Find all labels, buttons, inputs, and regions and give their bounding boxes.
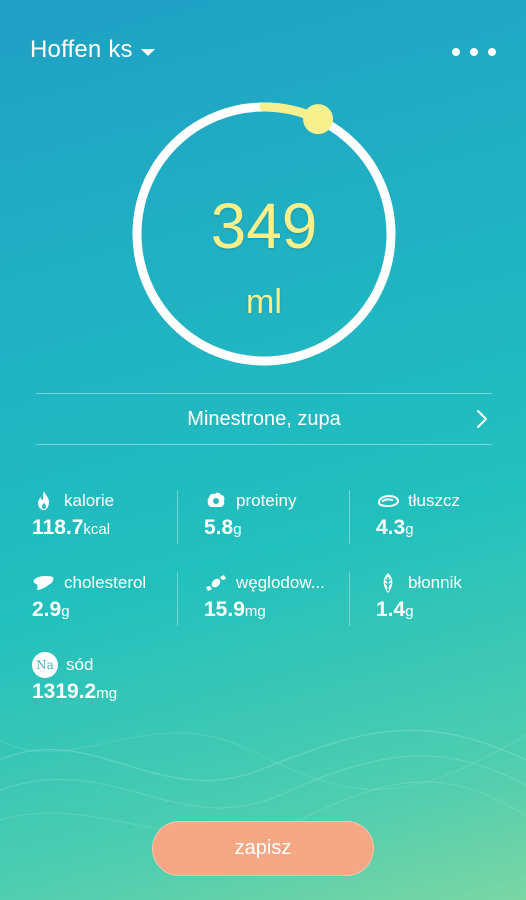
nutrient-unit: mg bbox=[96, 685, 118, 702]
nutrients-grid: kalorie 118.7kcal proteiny 5.8g tłuszcz … bbox=[32, 488, 502, 734]
nutrient-label: sód bbox=[66, 655, 94, 674]
nutrient-carbs: węglodow... 15.9mg bbox=[204, 570, 325, 626]
nutrient-label: węglodow... bbox=[236, 573, 325, 592]
candy-icon bbox=[206, 575, 226, 591]
nutrient-cholesterol: cholesterol 2.9g bbox=[32, 570, 146, 626]
more-options-icon[interactable] bbox=[452, 44, 496, 60]
gauge-knob[interactable] bbox=[303, 104, 334, 135]
nutrient-unit: mg bbox=[244, 603, 266, 620]
liver-icon bbox=[33, 576, 54, 590]
nutrient-protein: proteiny 5.8g bbox=[204, 488, 296, 544]
nutrient-value: 1319.2 bbox=[32, 680, 97, 703]
nutrient-unit: g bbox=[61, 603, 70, 620]
flame-icon bbox=[38, 491, 49, 510]
nutrient-label: proteiny bbox=[236, 491, 297, 510]
nutrient-value: 2.9 bbox=[32, 598, 62, 621]
nutrient-fat: tłuszcz 4.3g bbox=[376, 488, 460, 544]
header: Hoffen ks bbox=[30, 36, 496, 72]
dot bbox=[488, 48, 496, 56]
nutrient-value: 118.7 bbox=[32, 516, 84, 539]
nutrient-fiber: błonnik 1.4g bbox=[376, 570, 462, 626]
volume-value: 349 bbox=[210, 190, 318, 262]
nutrient-calories: kalorie 118.7kcal bbox=[32, 488, 114, 544]
nutrient-unit: kcal bbox=[83, 521, 111, 538]
nutrient-sodium: Na sód 1319.2mg bbox=[32, 652, 117, 708]
nutrient-unit: g bbox=[405, 603, 414, 620]
divider bbox=[177, 490, 178, 544]
sodium-icon: Na bbox=[32, 652, 58, 678]
device-name: Hoffen ks bbox=[30, 36, 133, 63]
nutrient-row: kalorie 118.7kcal proteiny 5.8g tłuszcz … bbox=[32, 488, 502, 570]
fiber-icon bbox=[383, 573, 393, 593]
save-button[interactable]: zapisz bbox=[152, 821, 374, 876]
dot bbox=[470, 48, 478, 56]
nutrient-value: 4.3 bbox=[376, 516, 406, 539]
caret-down-icon bbox=[140, 48, 155, 56]
volume-unit: ml bbox=[246, 283, 282, 321]
device-selector[interactable]: Hoffen ks bbox=[30, 36, 155, 64]
protein-icon bbox=[207, 492, 225, 507]
nutrient-label: tłuszcz bbox=[408, 491, 460, 510]
nutrient-unit: g bbox=[233, 521, 242, 538]
nutrient-value: 5.8 bbox=[204, 516, 234, 539]
divider bbox=[177, 572, 178, 626]
nutrient-unit: g bbox=[405, 521, 414, 538]
dot bbox=[452, 48, 460, 56]
volume-gauge: 349 ml bbox=[131, 101, 397, 367]
chevron-right-icon bbox=[477, 410, 487, 428]
divider bbox=[349, 490, 350, 544]
fat-icon bbox=[377, 494, 400, 508]
nutrient-row: cholesterol 2.9g węglodow... 15.9mg błon… bbox=[32, 570, 502, 652]
nutrient-value: 1.4 bbox=[376, 598, 406, 621]
food-selector[interactable]: Minestrone, zupa bbox=[36, 393, 492, 445]
nutrient-label: kalorie bbox=[64, 491, 115, 510]
nutrient-label: błonnik bbox=[408, 573, 462, 592]
nutrient-label: cholesterol bbox=[64, 573, 147, 592]
food-name: Minestrone, zupa bbox=[187, 408, 341, 430]
divider bbox=[349, 572, 350, 626]
nutrient-value: 15.9 bbox=[204, 598, 245, 621]
nutrient-row: Na sód 1319.2mg bbox=[32, 652, 502, 734]
